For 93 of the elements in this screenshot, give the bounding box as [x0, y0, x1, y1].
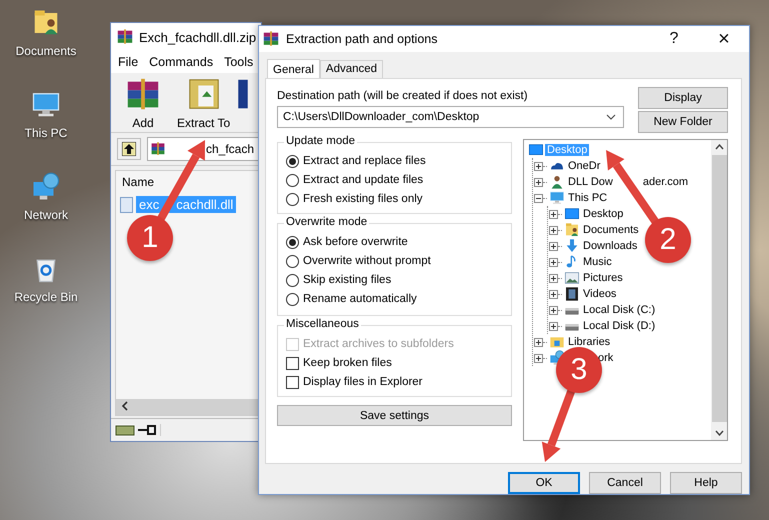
film-icon: [563, 286, 581, 302]
field-label: Destination path (will be created if does not exist): [277, 90, 529, 102]
monitor-icon: [563, 206, 581, 222]
dialog-button[interactable]: Cancel: [589, 472, 661, 494]
tab[interactable]: General: [267, 59, 320, 79]
option-label: Fresh existing files only: [303, 193, 423, 205]
option-label: Extract and update files: [303, 174, 424, 186]
collapse-icon[interactable]: [534, 194, 543, 202]
file-name: exc: [139, 197, 160, 212]
option-label: Keep broken files: [303, 357, 392, 369]
tree-item[interactable]: Documents: [581, 224, 641, 236]
expand-icon[interactable]: [534, 178, 543, 186]
checkbox[interactable]: [286, 376, 299, 388]
tab[interactable]: Advanced: [320, 60, 384, 78]
expand-icon[interactable]: [549, 242, 558, 250]
dialog-button[interactable]: Help: [670, 472, 742, 494]
expand-icon[interactable]: [549, 290, 558, 298]
tree-item[interactable]: Local Disk (C:): [581, 304, 658, 316]
tree-item[interactable]: Libraries: [566, 336, 612, 348]
option-label: Extract and replace files: [303, 155, 426, 167]
dialog-button[interactable]: OK: [508, 472, 580, 494]
folder-person-icon: [563, 222, 581, 238]
icon-label[interactable]: Documents: [16, 44, 76, 58]
dropdown-caret-icon[interactable]: [606, 114, 616, 120]
expand-icon[interactable]: [549, 226, 558, 234]
tree-item[interactable]: Downloads: [581, 240, 640, 252]
icon-label[interactable]: Recycle Bin: [14, 290, 78, 304]
group-title: Update mode: [284, 135, 358, 147]
expand-icon[interactable]: [549, 274, 558, 282]
side-button[interactable]: Display: [638, 87, 728, 109]
close-button[interactable]: ×: [702, 26, 746, 52]
option-label: Extract archives to subfolders: [303, 338, 454, 350]
column-header[interactable]: Name: [122, 175, 154, 189]
group-title: Overwrite mode: [284, 216, 370, 228]
tree-item[interactable]: Pictures: [581, 272, 625, 284]
menu-item[interactable]: Tools: [224, 55, 254, 69]
toolbar-button[interactable]: Extract To: [177, 76, 230, 130]
tree-item[interactable]: Videos: [581, 288, 618, 300]
globe-monitor-icon: [31, 172, 61, 202]
books-icon: [262, 30, 280, 48]
books-icon: [116, 28, 134, 46]
books-icon: [150, 141, 166, 157]
option-label: Ask before overwrite: [303, 236, 408, 248]
radio-button[interactable]: [286, 292, 299, 306]
menu-item[interactable]: File: [118, 55, 138, 69]
address-text: ch_fcach: [206, 142, 254, 156]
expand-icon[interactable]: [549, 322, 558, 330]
tree-item[interactable]: DLL Dow: [566, 176, 615, 188]
tree-item[interactable]: Desktop: [581, 208, 626, 220]
key-icon: [138, 425, 156, 435]
scrollbar[interactable]: [116, 399, 258, 415]
expand-icon[interactable]: [534, 162, 543, 170]
radio-button[interactable]: [286, 274, 299, 286]
radio-button[interactable]: [286, 236, 299, 248]
expand-icon[interactable]: [549, 306, 558, 314]
toolbar-button[interactable]: Add: [123, 76, 163, 130]
expand-icon[interactable]: [549, 258, 558, 266]
path-dropdown[interactable]: C:\Users\DllDownloader_com\Desktop: [277, 106, 624, 128]
radio-button[interactable]: [286, 254, 299, 268]
checkbox[interactable]: [286, 356, 299, 370]
icon-label[interactable]: Network: [24, 208, 68, 222]
help-button[interactable]: ?: [652, 26, 696, 52]
file-icon: [120, 196, 133, 212]
tree-item[interactable]: This PC: [566, 192, 610, 204]
option-label: Rename automatically: [303, 293, 417, 305]
scrollbar[interactable]: [711, 140, 727, 440]
file-name: cachdll.dll: [176, 197, 234, 212]
monitor-icon: [548, 190, 566, 206]
expand-icon[interactable]: [534, 338, 543, 346]
save-settings-button[interactable]: Save settings: [277, 405, 512, 426]
address-field[interactable]: ch_fcach: [147, 137, 259, 161]
tree-item[interactable]: Music: [581, 256, 614, 268]
tree-item[interactable]: ader.com: [640, 176, 690, 188]
side-button[interactable]: New Folder: [638, 111, 728, 133]
picture-icon: [563, 270, 581, 286]
option-label: Overwrite without prompt: [303, 255, 431, 267]
radio-button[interactable]: [286, 174, 299, 186]
tree-item[interactable]: OneDr: [566, 160, 602, 172]
option-label: Display files in Explorer: [303, 376, 423, 388]
icon-label[interactable]: This PC: [24, 126, 68, 140]
tree-item[interactable]: Local Disk (D:): [581, 320, 658, 332]
menu-item[interactable]: Commands: [149, 55, 214, 69]
up-button[interactable]: [117, 138, 141, 160]
expand-icon[interactable]: [549, 210, 558, 218]
monitor-icon: [527, 142, 545, 158]
window-title: Extraction path and options: [286, 32, 438, 46]
window-title: Exch_fcachdll.dll.zip: [139, 30, 256, 44]
radio-button[interactable]: [286, 192, 299, 206]
drive-icon: [115, 424, 135, 436]
option-label: Skip existing files: [303, 274, 392, 286]
group-title: Miscellaneous: [284, 318, 361, 330]
expand-icon[interactable]: [534, 354, 543, 362]
radio-button[interactable]: [286, 154, 299, 168]
